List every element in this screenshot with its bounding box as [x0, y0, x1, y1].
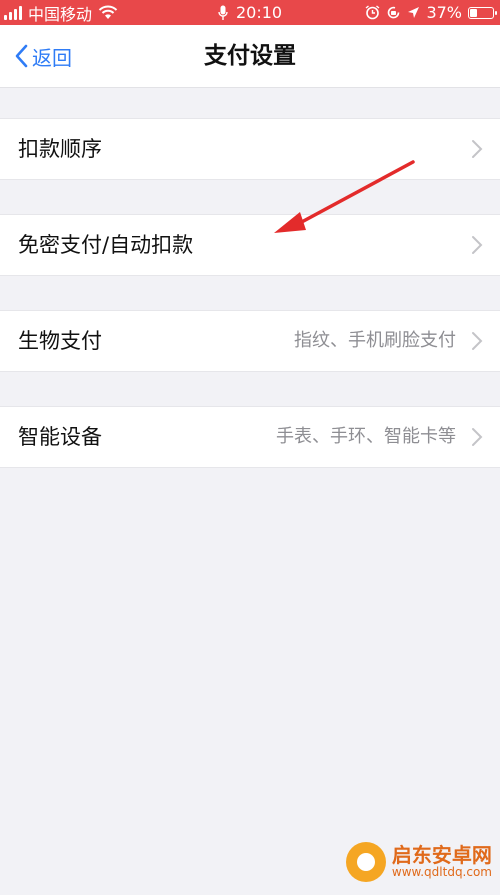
watermark-url: www.qdltdq.com — [391, 865, 492, 880]
cell-smart-devices[interactable]: 智能设备 手表、手环、智能卡等 — [0, 406, 500, 468]
chevron-right-icon — [472, 140, 483, 158]
chevron-right-icon — [472, 428, 483, 446]
rotation-lock-icon — [388, 6, 400, 19]
cell-detail: 指纹、手机刷脸支付 — [294, 330, 456, 351]
chevron-right-icon — [472, 332, 483, 350]
chevron-right-icon — [472, 236, 483, 254]
battery-percent: 37% — [426, 3, 462, 22]
cell-title: 免密支付/自动扣款 — [18, 233, 194, 257]
signal-icon — [4, 5, 22, 20]
cell-biometric-payment[interactable]: 生物支付 指纹、手机刷脸支付 — [0, 310, 500, 372]
cell-title: 扣款顺序 — [18, 137, 102, 161]
status-right: 37% — [365, 0, 497, 25]
status-left: 中国移动 — [4, 0, 118, 25]
location-icon — [408, 7, 420, 18]
cell-title: 生物支付 — [18, 329, 102, 353]
watermark-logo — [345, 842, 386, 882]
clock: 20:10 — [236, 3, 283, 22]
alarm-icon — [366, 5, 380, 20]
watermark: 启东安卓网 www.qdltdq.com — [345, 837, 492, 887]
cell-deduction-order[interactable]: 扣款顺序 — [0, 118, 500, 180]
watermark-name: 启东安卓网 — [391, 843, 492, 868]
cell-title: 智能设备 — [18, 425, 102, 449]
chevron-left-icon — [15, 44, 28, 68]
cell-detail: 手表、手环、智能卡等 — [276, 426, 456, 447]
status-center: 20:10 — [218, 0, 282, 25]
cell-password-free-payment[interactable]: 免密支付/自动扣款 — [0, 214, 500, 276]
status-bar: 中国移动 20:10 37% — [0, 0, 500, 25]
watermark-text: 启东安卓网 www.qdltdq.com — [392, 845, 492, 879]
wifi-icon — [98, 5, 118, 19]
back-label: 返回 — [32, 45, 72, 70]
back-button[interactable]: 返回 — [14, 25, 72, 87]
page-title: 支付设置 — [204, 43, 296, 69]
nav-bar: 支付设置 返回 — [0, 25, 500, 88]
battery-icon — [468, 6, 497, 19]
battery-fill — [470, 8, 477, 17]
microphone-icon — [218, 5, 228, 20]
carrier-label: 中国移动 — [28, 4, 93, 24]
